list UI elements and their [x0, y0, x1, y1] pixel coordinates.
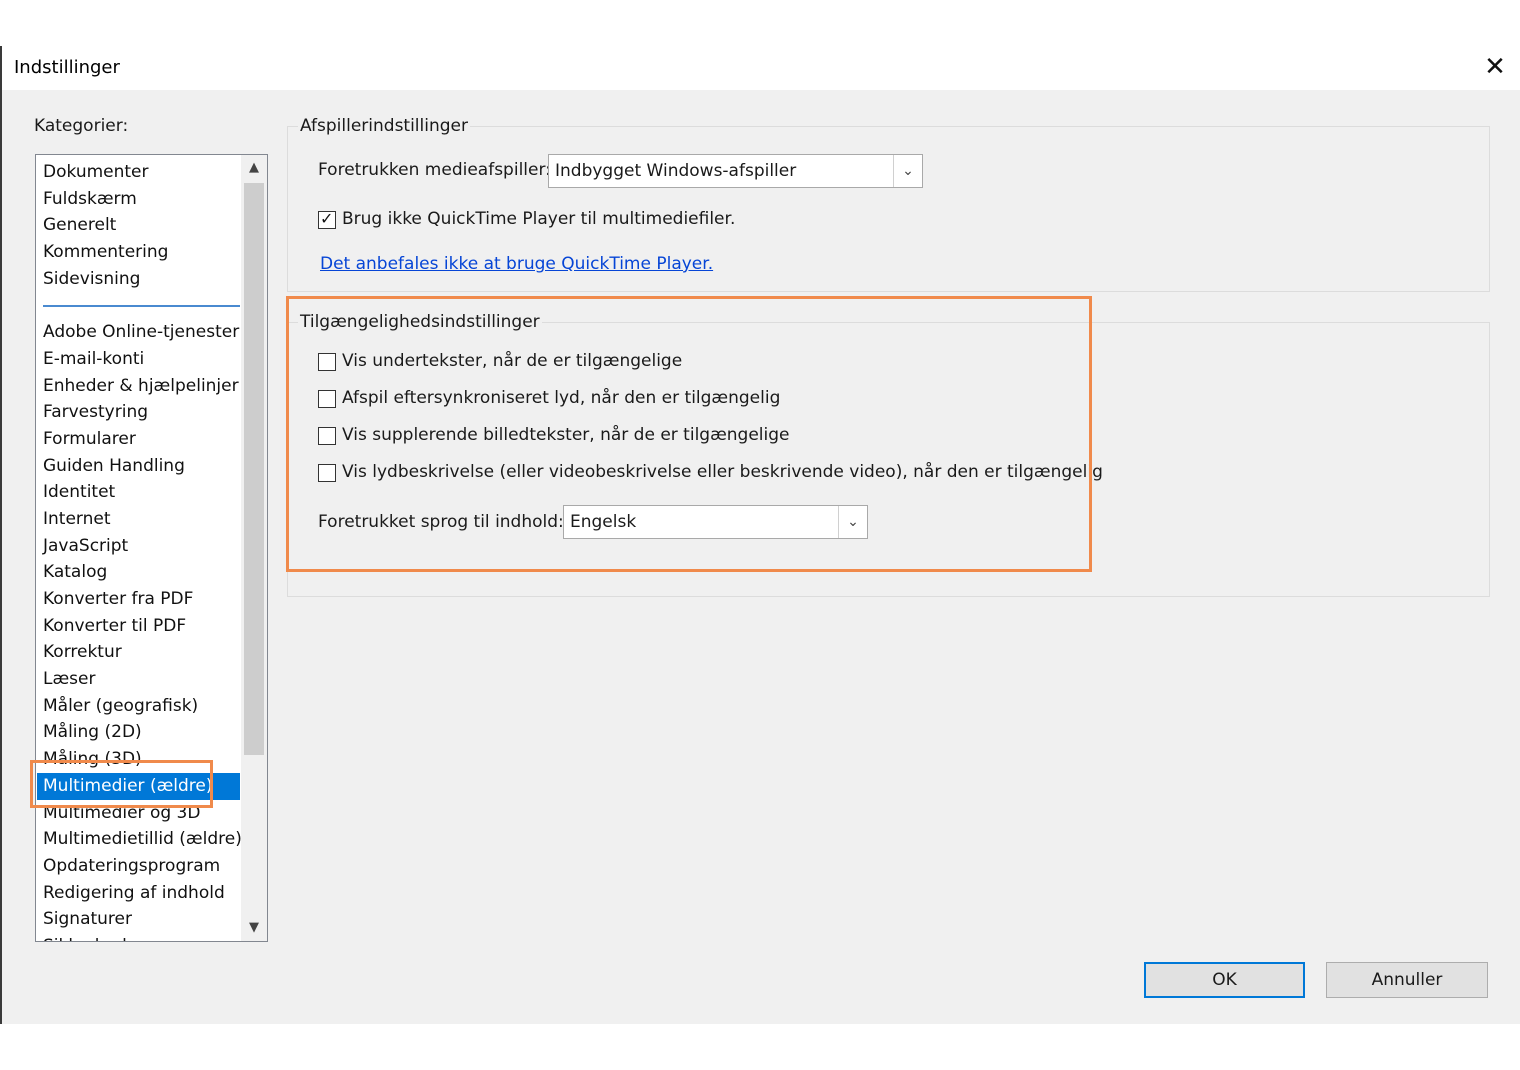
- scroll-down-icon[interactable]: ▼: [241, 915, 267, 941]
- scrollbar-thumb[interactable]: [244, 183, 264, 755]
- category-item[interactable]: E-mail-konti: [37, 346, 240, 373]
- category-item[interactable]: Konverter til PDF: [37, 613, 240, 640]
- checkmark-icon: ✓: [320, 209, 334, 228]
- ok-button[interactable]: OK: [1144, 962, 1305, 998]
- category-item[interactable]: Internet: [37, 506, 240, 533]
- category-item[interactable]: Sidevisning: [37, 266, 240, 293]
- category-item[interactable]: Signaturer: [37, 906, 240, 933]
- category-item[interactable]: Dokumenter: [37, 159, 240, 186]
- list-scrollbar[interactable]: ▲ ▼: [241, 155, 267, 941]
- player-settings-legend: Afspillerindstillinger: [298, 116, 470, 136]
- preferred-player-select[interactable]: Indbygget Windows-afspiller ⌄: [548, 154, 923, 188]
- categories-label: Kategorier:: [34, 116, 129, 136]
- preferred-player-value: Indbygget Windows-afspiller: [555, 161, 797, 181]
- close-icon[interactable]: ✕: [1480, 52, 1510, 82]
- quicktime-warning-link[interactable]: Det anbefales ikke at bruge QuickTime Pl…: [320, 254, 713, 274]
- highlight-selected-category: [30, 760, 213, 808]
- preferences-dialog: Indstillinger ✕ Kategorier: Dokumenter Fu…: [0, 46, 1520, 1024]
- category-item[interactable]: Sikkerhed: [37, 933, 240, 941]
- title-bar: Indstillinger ✕: [2, 46, 1520, 90]
- category-item[interactable]: Måling (2D): [37, 719, 240, 746]
- category-item[interactable]: Farvestyring: [37, 399, 240, 426]
- category-item[interactable]: Formularer: [37, 426, 240, 453]
- chevron-down-icon[interactable]: ⌄: [893, 155, 922, 187]
- preferred-player-label: Foretrukken medieafspiller:: [318, 160, 551, 180]
- category-item[interactable]: JavaScript: [37, 533, 240, 560]
- category-item[interactable]: Konverter fra PDF: [37, 586, 240, 613]
- category-item[interactable]: Multimedietillid (ældre): [37, 826, 242, 853]
- category-item[interactable]: Korrektur: [37, 639, 240, 666]
- category-item[interactable]: Katalog: [37, 559, 240, 586]
- categories-list: Dokumenter Fuldskærm Generelt Kommentering S…: [37, 159, 242, 941]
- category-item[interactable]: Læser: [37, 666, 240, 693]
- category-item[interactable]: Guiden Handling: [37, 453, 240, 480]
- cancel-button[interactable]: Annuller: [1326, 962, 1488, 998]
- window-title: Indstillinger: [14, 57, 120, 78]
- category-item[interactable]: Redigering af indhold: [37, 880, 240, 907]
- quicktime-checkbox[interactable]: ✓: [318, 209, 336, 229]
- category-item[interactable]: Generelt: [37, 212, 240, 239]
- category-item[interactable]: Måler (geografisk): [37, 693, 240, 720]
- category-item[interactable]: Enheder & hjælpelinjer: [37, 373, 240, 400]
- highlight-accessibility-settings: [286, 296, 1092, 572]
- scroll-up-icon[interactable]: ▲: [241, 155, 267, 181]
- category-item[interactable]: Adobe Online-tjenester: [37, 319, 240, 346]
- categories-listbox[interactable]: Dokumenter Fuldskærm Generelt Kommentering S…: [35, 154, 268, 942]
- category-item[interactable]: Fuldskærm: [37, 186, 240, 213]
- category-separator: [37, 292, 240, 319]
- category-item[interactable]: Identitet: [37, 479, 240, 506]
- quicktime-checkbox-label[interactable]: Brug ikke QuickTime Player til multimedi…: [342, 209, 735, 229]
- category-item[interactable]: Opdateringsprogram: [37, 853, 240, 880]
- category-item[interactable]: Kommentering: [37, 239, 240, 266]
